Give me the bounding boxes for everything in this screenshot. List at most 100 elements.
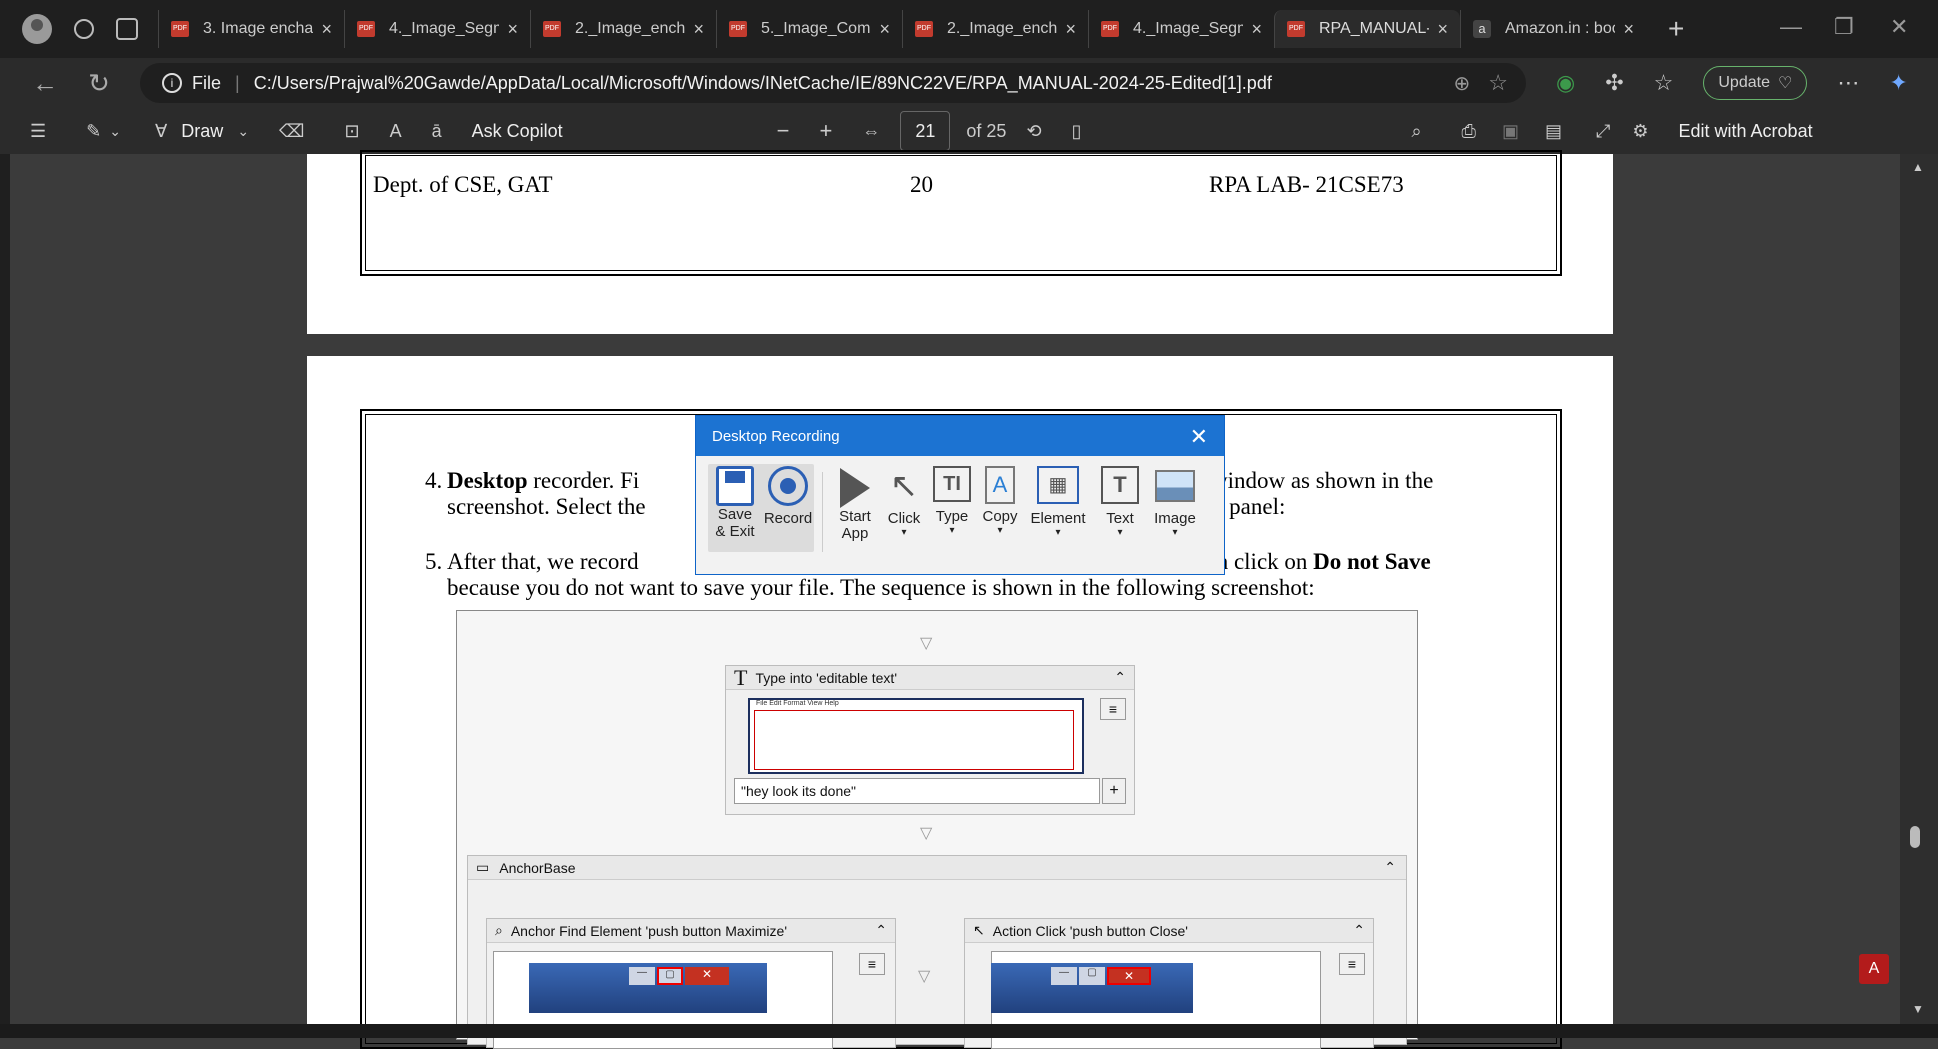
- highlight-icon[interactable]: ✎: [86, 121, 101, 142]
- favorites-icon[interactable]: ☆: [1654, 70, 1674, 96]
- extension-shield-icon[interactable]: ◉: [1556, 70, 1575, 96]
- tab-3[interactable]: PDF2._Image_enchan×: [530, 10, 716, 48]
- close-tab-icon[interactable]: ×: [321, 19, 332, 40]
- collapse-icon: ⌃: [1353, 922, 1365, 938]
- element-grid-icon: ▦: [1037, 466, 1079, 504]
- footer-page-number: 20: [910, 172, 933, 197]
- eraser-icon[interactable]: ⌫: [279, 121, 304, 142]
- zoom-in-icon[interactable]: +: [820, 118, 833, 144]
- start-app-button[interactable]: Start App: [832, 466, 878, 542]
- type-button[interactable]: TI Type ▾: [930, 466, 974, 536]
- translate-icon[interactable]: ā: [432, 121, 442, 142]
- close-tab-icon[interactable]: ×: [693, 19, 704, 40]
- read-aloud-icon[interactable]: A: [390, 121, 402, 142]
- search-icon: ⌕: [495, 922, 503, 938]
- page-view-icon[interactable]: ▯: [1072, 121, 1082, 142]
- notepad-preview: File Edit Format View Help: [748, 698, 1084, 774]
- settings-gear-icon[interactable]: ⚙: [1632, 121, 1648, 142]
- back-icon[interactable]: ←: [32, 68, 58, 99]
- workflow-screenshot: ▽ T Type into 'editable text' ⌃ File Edit …: [456, 610, 1418, 1049]
- tab-1[interactable]: PDF 3. Image enchan ×: [158, 10, 344, 48]
- minimize-icon[interactable]: —: [1780, 14, 1802, 40]
- copilot-icon[interactable]: ✦: [1889, 70, 1907, 96]
- tab-6[interactable]: PDF4._Image_Segme×: [1088, 10, 1274, 48]
- close-tab-icon[interactable]: ×: [1623, 19, 1634, 40]
- scroll-down-icon[interactable]: ▼: [1912, 1002, 1924, 1016]
- update-button[interactable]: Update ♡: [1703, 66, 1808, 100]
- scrollbar-thumb[interactable]: [1910, 826, 1920, 848]
- pdf-toolbar: ☰ ✎ ⌄ ∀ Draw ⌄ ⌫ ⊡ A ā Ask Copilot − + ⇔…: [0, 108, 1938, 154]
- save-as-icon[interactable]: ▤: [1545, 121, 1562, 142]
- more-menu-icon[interactable]: ⋯: [1837, 70, 1859, 96]
- contents-list-icon[interactable]: ☰: [30, 121, 46, 142]
- close-tab-icon[interactable]: ×: [1065, 19, 1076, 40]
- image-icon: [1155, 470, 1195, 502]
- text-icon: T: [1101, 466, 1139, 504]
- type-into-activity: T Type into 'editable text' ⌃ File Edit Fo…: [725, 665, 1135, 815]
- restore-icon[interactable]: ❐: [1834, 14, 1854, 40]
- heart-icon: ♡: [1777, 75, 1793, 92]
- page-border: [360, 150, 1562, 276]
- fit-width-icon[interactable]: ⇔: [862, 121, 880, 142]
- close-tab-icon[interactable]: ×: [879, 19, 890, 40]
- fullscreen-icon[interactable]: ⤢: [1596, 121, 1610, 142]
- pdf-icon: PDF: [1101, 21, 1119, 37]
- profile-avatar[interactable]: [22, 14, 52, 44]
- save-exit-button[interactable]: Save & Exit: [712, 466, 758, 540]
- tab-4[interactable]: PDF5._Image_Compr×: [716, 10, 902, 48]
- url-field[interactable]: i File | C:/Users/Prajwal%20Gawde/AppDat…: [140, 63, 1526, 103]
- scroll-up-icon[interactable]: ▲: [1912, 160, 1924, 174]
- element-button[interactable]: ▦ Element ▾: [1028, 466, 1088, 538]
- arrow-down-icon: ▽: [920, 635, 933, 652]
- draw-icon[interactable]: ∀: [155, 121, 167, 142]
- info-icon[interactable]: i: [162, 73, 182, 93]
- favorite-star-icon[interactable]: ☆: [1488, 70, 1508, 96]
- record-button[interactable]: Record: [762, 466, 814, 527]
- text-button[interactable]: T Text ▾: [1098, 466, 1142, 538]
- page-number-input[interactable]: 21: [900, 111, 951, 151]
- workspaces-icon[interactable]: [74, 19, 94, 39]
- type-icon: TI: [933, 466, 971, 502]
- vertical-scrollbar[interactable]: ▲ ▼: [1900, 154, 1938, 1038]
- close-tab-icon[interactable]: ×: [1251, 19, 1262, 40]
- zoom-out-icon[interactable]: −: [777, 118, 790, 144]
- arrow-down-icon: ▽: [920, 825, 933, 842]
- pdf-page-20: Dept. of CSE, GAT 20 RPA LAB- 21CSE73: [307, 150, 1613, 334]
- play-icon: [840, 468, 870, 508]
- arrow-down-icon: ▽: [918, 968, 931, 985]
- pdf-icon: PDF: [171, 21, 189, 37]
- close-window-icon[interactable]: ✕: [1890, 14, 1908, 40]
- chevron-down-icon[interactable]: ⌄: [109, 123, 121, 140]
- image-button[interactable]: Image ▾: [1150, 466, 1200, 538]
- window-buttons-preview: — ▢ ✕: [529, 963, 767, 1013]
- copy-button[interactable]: A Copy ▾: [980, 466, 1020, 536]
- tab-2[interactable]: PDF4._Image_Segme×: [344, 10, 530, 48]
- click-button[interactable]: ↖ Click ▾: [884, 466, 924, 538]
- close-tab-icon[interactable]: ×: [1437, 19, 1448, 40]
- refresh-icon[interactable]: ↻: [86, 68, 112, 99]
- search-icon[interactable]: ⌕: [1411, 121, 1421, 142]
- chevron-down-icon[interactable]: ⌄: [237, 123, 249, 140]
- print-icon[interactable]: ⎙: [1462, 121, 1476, 142]
- pdf-icon: PDF: [543, 21, 561, 37]
- extensions-puzzle-icon[interactable]: ✣: [1605, 70, 1623, 96]
- record-icon: [768, 466, 808, 506]
- save-icon[interactable]: ▣: [1502, 121, 1519, 142]
- address-bar: ← ↻ i File | C:/Users/Prajwal%20Gawde/Ap…: [0, 58, 1938, 108]
- tab-7-active[interactable]: PDF RPA_MANUAL-2 ×: [1274, 10, 1460, 48]
- zoom-icon[interactable]: ⊕: [1454, 71, 1471, 96]
- edit-with-acrobat-button[interactable]: Edit with Acrobat: [1679, 121, 1813, 142]
- tab-8[interactable]: a Amazon.in : boo ×: [1460, 10, 1646, 48]
- rotate-icon[interactable]: ⟲: [1026, 121, 1041, 142]
- adobe-acrobat-icon[interactable]: A: [1859, 954, 1889, 984]
- close-dialog-button[interactable]: ✕: [1190, 424, 1208, 450]
- text-box-icon[interactable]: ⊡: [345, 121, 360, 142]
- tab-5[interactable]: PDF2._Image_enchan×: [902, 10, 1088, 48]
- tab-actions-icon[interactable]: [116, 18, 138, 40]
- taskbar-edge: [0, 1024, 1938, 1038]
- ask-copilot-button[interactable]: Ask Copilot: [472, 121, 563, 142]
- new-tab-button[interactable]: +: [1668, 13, 1684, 45]
- close-tab-icon[interactable]: ×: [507, 19, 518, 40]
- draw-button[interactable]: Draw: [181, 121, 223, 142]
- pdf-icon: PDF: [915, 21, 933, 37]
